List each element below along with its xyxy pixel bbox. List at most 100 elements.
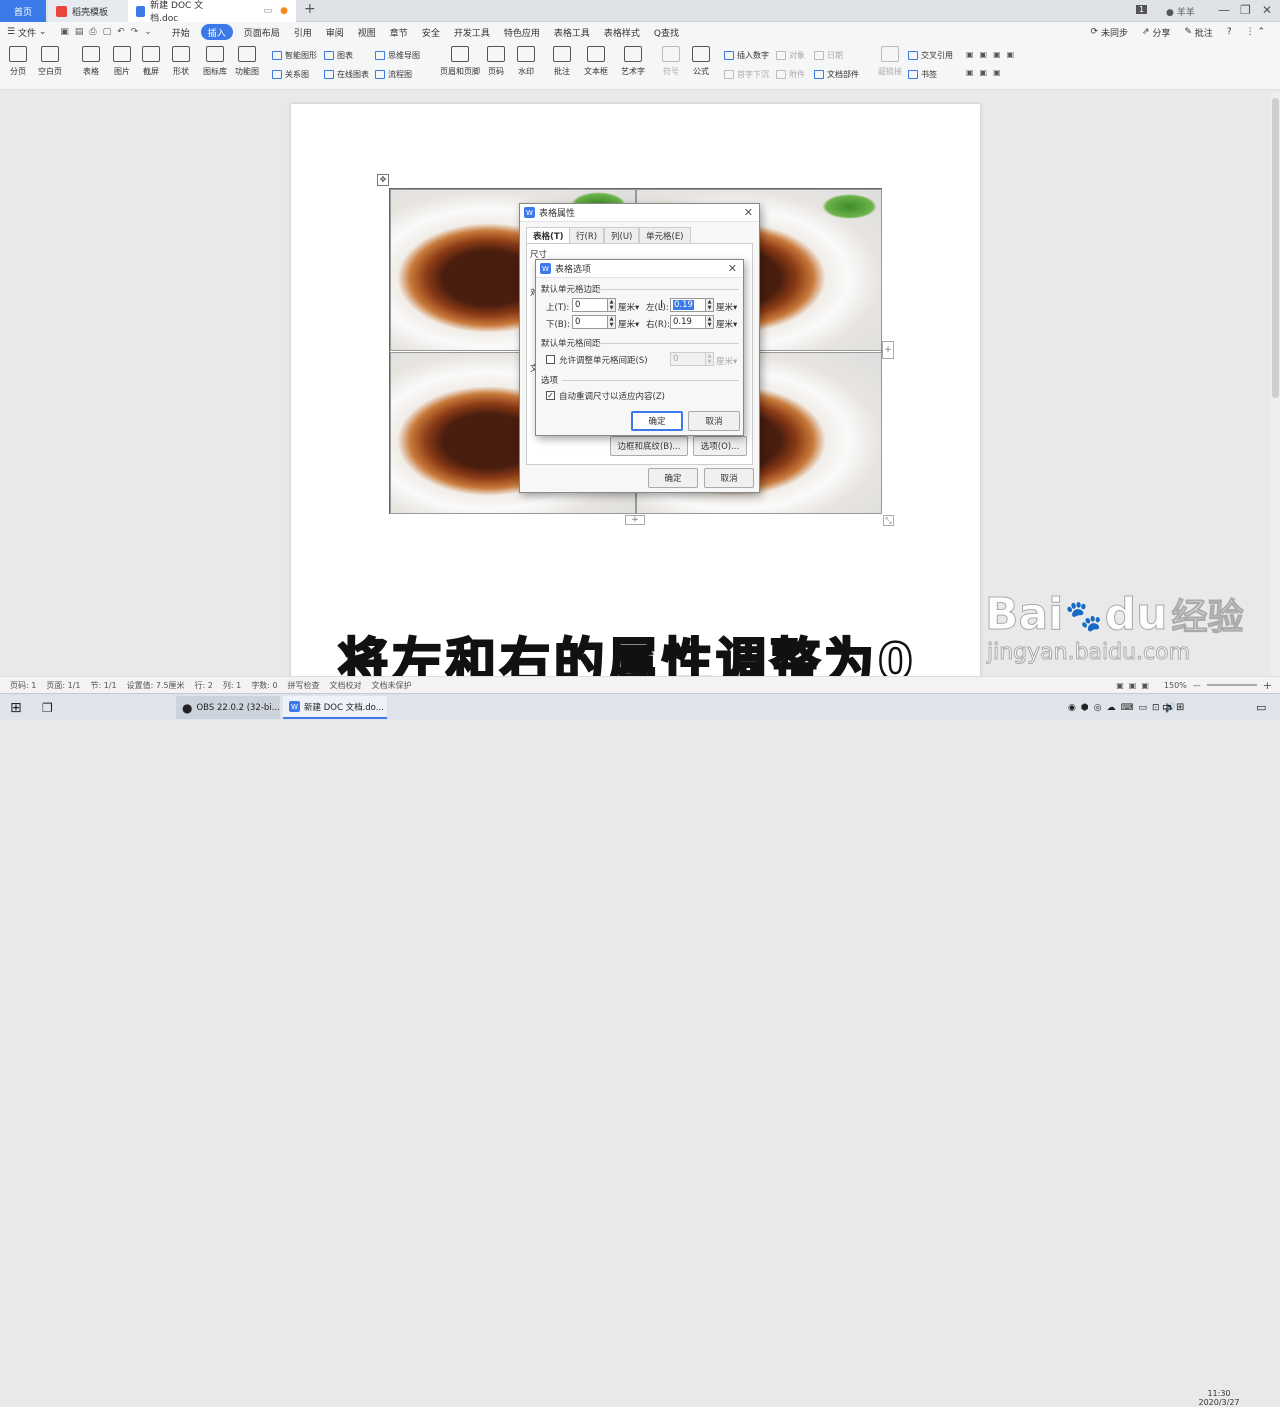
left-margin-unit[interactable]: 厘米▾ [716, 301, 737, 313]
share-button[interactable]: ⇗ 分享 [1135, 24, 1177, 40]
monitor-icon[interactable]: ▭ [264, 6, 273, 16]
spell-check-button[interactable]: 拼写检查 [288, 680, 320, 691]
right-margin-spinner[interactable]: ▲ ▼ [705, 315, 714, 329]
menu-view[interactable]: 视图 [351, 24, 383, 40]
menu-insert[interactable]: 插入 [200, 24, 233, 40]
comment-button[interactable]: ✎ 批注 [1177, 24, 1219, 40]
menu-developer[interactable]: 开发工具 [447, 24, 497, 40]
right-margin-unit[interactable]: 厘米▾ [716, 318, 737, 330]
borders-shading-button[interactable]: 边框和底纹(B)... [610, 436, 688, 456]
symbol-button[interactable]: 符号 [662, 46, 680, 77]
layout-icons-row1[interactable]: ▣▣▣▣ [966, 50, 1020, 59]
bottom-margin-input[interactable]: 0 [572, 315, 608, 329]
tab-table[interactable]: 表格(T) [526, 227, 571, 243]
windows-start-icon[interactable]: ⊞ [4, 696, 22, 719]
allow-spacing-checkbox[interactable] [546, 355, 555, 364]
menu-references[interactable]: 引用 [287, 24, 319, 40]
spacing-spinner[interactable]: ▲ ▼ [705, 352, 714, 366]
tab-document[interactable]: 新建 DOC 文档.doc ▭ ● [128, 0, 296, 24]
blank-page-button[interactable]: 空白页 [38, 46, 62, 77]
zoom-in-icon[interactable]: + [1263, 679, 1272, 692]
hyperlink-button[interactable]: 超链接 [878, 46, 902, 77]
autofit-checkbox[interactable]: ✓ [546, 391, 555, 400]
notification-icon[interactable]: ▭ [1250, 696, 1266, 719]
menu-table-tools[interactable]: 表格工具 [547, 24, 597, 40]
quick-access-toolbar[interactable]: ▣▤⎙▢↶↷⌄ [53, 24, 164, 40]
new-tab-button[interactable]: + [304, 1, 316, 17]
sync-status[interactable]: ⟳ 未同步 [1084, 24, 1135, 40]
vertical-scrollbar[interactable] [1271, 92, 1280, 676]
clock[interactable]: 11:30 2020/3/27 [1198, 1389, 1240, 1407]
icon-library-button[interactable]: 图标库 [203, 46, 227, 77]
top-margin-input[interactable]: 0 [572, 298, 608, 312]
chart-button[interactable]: 图表 [324, 50, 353, 61]
table-options-ok-button[interactable]: 确定 [631, 411, 683, 431]
tab-row[interactable]: 行(R) [569, 227, 605, 243]
page-number-button[interactable]: 页码 [487, 46, 505, 77]
taskbar-app-wps[interactable]: W 新建 DOC 文档.do... [283, 696, 387, 719]
layout-icons-row2[interactable]: ▣▣▣ [966, 68, 1007, 77]
insert-number-button[interactable]: 插入数字 [724, 50, 769, 61]
watermark-button[interactable]: 水印 [517, 46, 535, 77]
taskbar-app-obs[interactable]: ● OBS 22.0.2 (32-bi... [176, 696, 280, 719]
spacing-unit[interactable]: 厘米▾ [716, 355, 737, 367]
close-icon[interactable]: ✕ [744, 206, 753, 219]
file-menu[interactable]: ☰ 文件 ⌄ [0, 24, 53, 40]
page-break-button[interactable]: 分页 [9, 46, 27, 77]
ime-mode-icon[interactable]: ⊞ [1170, 696, 1184, 719]
menu-start[interactable]: 开始 [165, 24, 197, 40]
restore-icon[interactable]: ❐ [1240, 3, 1251, 17]
document-protection-button[interactable]: 文档未保护 [372, 680, 412, 691]
mind-map-button[interactable]: 思维导图 [375, 50, 420, 61]
options-button[interactable]: 选项(O)... [693, 436, 747, 456]
view-mode-icons[interactable]: ▣▣▣ [1116, 681, 1154, 690]
table-resize-handle[interactable]: ⤡ [883, 515, 894, 526]
table-move-handle[interactable]: ✥ [377, 174, 389, 186]
add-column-button[interactable]: + [882, 341, 894, 359]
picture-button[interactable]: 图片 [113, 46, 131, 77]
top-margin-spinner[interactable]: ▲ ▼ [607, 298, 616, 312]
wordart-button[interactable]: 艺术字 [621, 46, 645, 77]
drop-cap-button[interactable]: 首字下沉 [724, 69, 769, 80]
online-chart-button[interactable]: 在线图表 [324, 69, 369, 80]
zoom-slider[interactable] [1206, 684, 1257, 686]
screenshot-button[interactable]: 截屏 [142, 46, 160, 77]
cross-reference-button[interactable]: 交叉引用 [908, 50, 953, 61]
help-button[interactable]: ? [1220, 24, 1239, 40]
right-margin-input[interactable]: 0.19 [670, 315, 706, 329]
flowchart-button[interactable]: 流程图 [375, 69, 412, 80]
add-row-button[interactable]: + [625, 515, 645, 525]
task-view-icon[interactable]: ❐ [36, 696, 53, 719]
doc-parts-button[interactable]: 文档部件 [814, 69, 859, 80]
bottom-margin-spinner[interactable]: ▲ ▼ [607, 315, 616, 329]
menu-review[interactable]: 审阅 [319, 24, 351, 40]
avatar[interactable]: ● 羊羊 [1166, 5, 1195, 18]
table-properties-cancel-button[interactable]: 取消 [704, 468, 754, 488]
zoom-level[interactable]: 150% [1164, 681, 1187, 690]
status-word-count[interactable]: 字数: 0 [251, 680, 277, 691]
table-button[interactable]: 表格 [82, 46, 100, 77]
bottom-margin-unit[interactable]: 厘米▾ [618, 318, 639, 330]
menu-table-style[interactable]: 表格样式 [597, 24, 647, 40]
tab-home[interactable]: 首页 [0, 0, 46, 22]
menu-security[interactable]: 安全 [415, 24, 447, 40]
search-menu[interactable]: Q查找 [647, 24, 686, 40]
close-icon[interactable]: ✕ [1262, 3, 1272, 17]
header-footer-button[interactable]: 页眉和页脚 [440, 46, 480, 77]
tab-docer-templates[interactable]: 稻壳模板 [48, 0, 128, 22]
shape-button[interactable]: 形状 [172, 46, 190, 77]
smart-shape-button[interactable]: 智能图形 [272, 50, 317, 61]
proofread-button[interactable]: 文档校对 [330, 680, 362, 691]
textbox-button[interactable]: 文本框 [584, 46, 608, 77]
close-icon[interactable]: ✕ [728, 262, 737, 275]
attachment-button[interactable]: 附件 [776, 69, 805, 80]
function-chart-button[interactable]: 功能图 [235, 46, 259, 77]
menu-features[interactable]: 特色应用 [497, 24, 547, 40]
left-margin-input[interactable]: 0.19 [670, 298, 706, 312]
menu-chapter[interactable]: 章节 [383, 24, 415, 40]
left-margin-spinner[interactable]: ▲ ▼ [705, 298, 714, 312]
table-options-cancel-button[interactable]: 取消 [688, 411, 740, 431]
scrollbar-thumb[interactable] [1272, 98, 1279, 398]
menu-page-layout[interactable]: 页面布局 [237, 24, 287, 40]
tab-column[interactable]: 列(U) [604, 227, 640, 243]
